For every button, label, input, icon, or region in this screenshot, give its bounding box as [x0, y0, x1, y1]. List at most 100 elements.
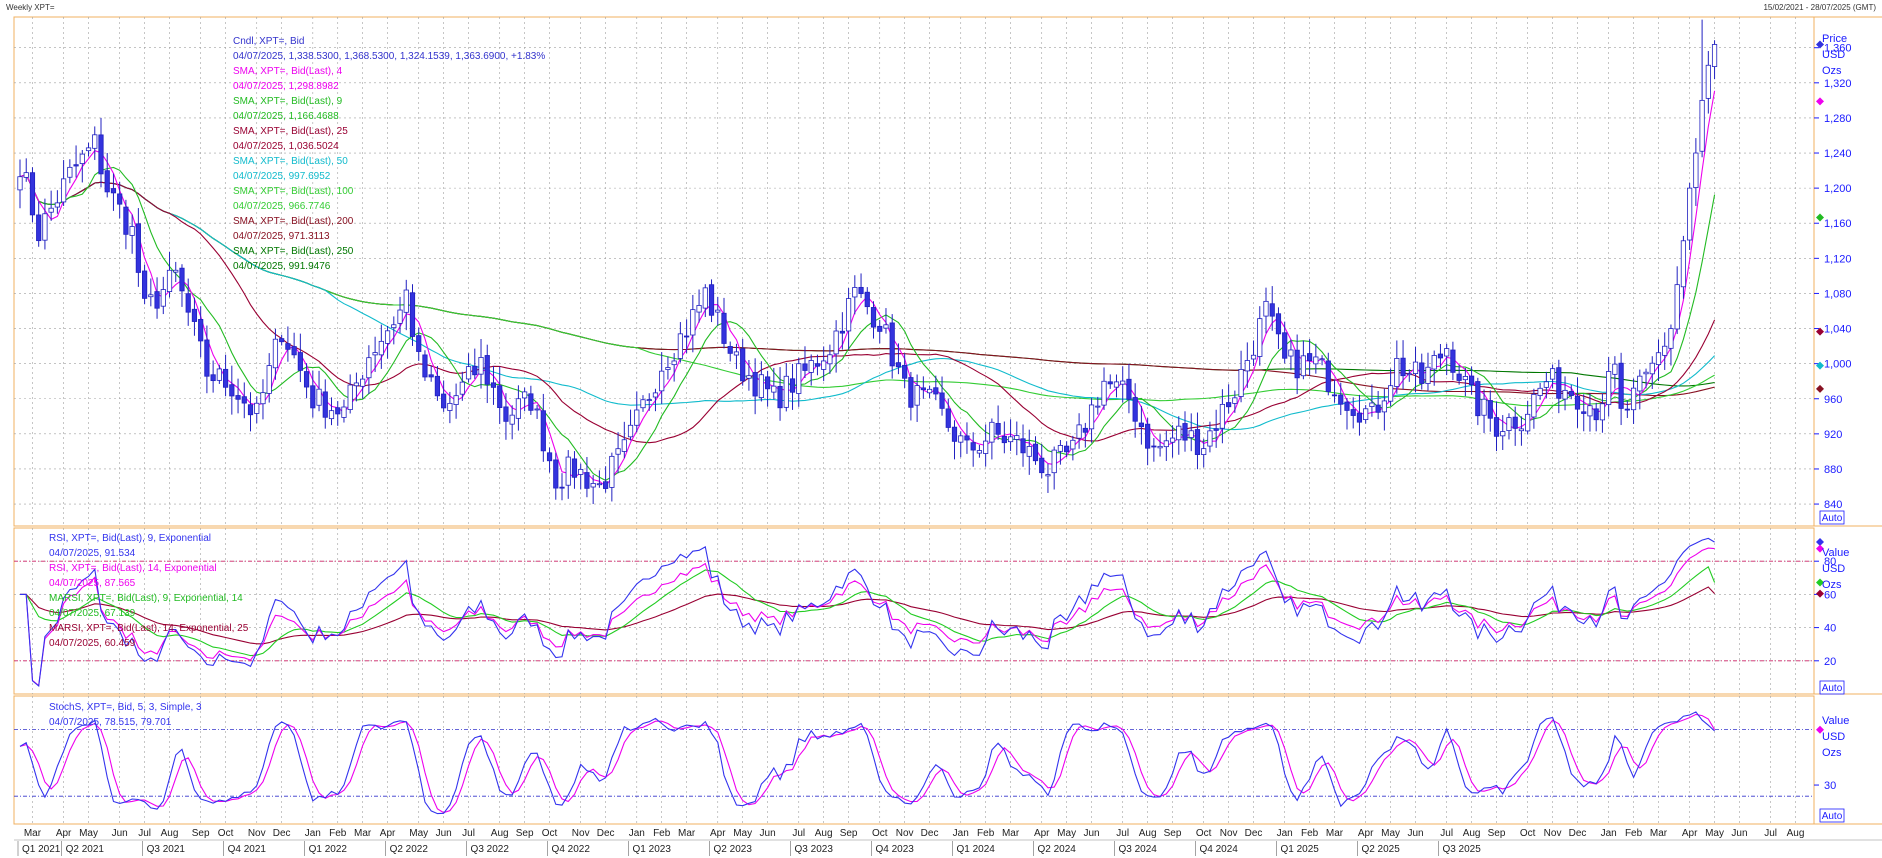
candle-up	[821, 360, 827, 370]
month-label: Nov	[572, 828, 590, 839]
candle-up	[1431, 355, 1437, 370]
candle-down	[179, 267, 185, 292]
legend-entry: SMA, XPT=, Bid(Last), 250	[233, 246, 354, 257]
candle-up	[1319, 358, 1325, 361]
candle-down	[1151, 445, 1157, 448]
candle-down	[285, 343, 291, 350]
month-label: Jul	[792, 828, 805, 839]
auto-button-label: Auto	[1822, 683, 1843, 694]
month-label: May	[79, 828, 98, 839]
price-tick-label: 1,160	[1824, 218, 1852, 230]
candle-up	[341, 406, 347, 418]
month-label: Feb	[1625, 828, 1643, 839]
candle-up	[671, 360, 677, 366]
quarter-label: Q4 2021	[228, 844, 267, 855]
month-label: Dec	[273, 828, 291, 839]
candle-down	[1282, 332, 1288, 359]
legend-entry: RSI, XPT=, Bid(Last), 14, Exponential	[49, 563, 217, 574]
rsi-panel[interactable]: 20406080	[13, 527, 1836, 695]
candle-up	[1699, 99, 1705, 152]
month-label: May	[409, 828, 428, 839]
candle-up	[465, 366, 472, 380]
price-tick-label: 880	[1824, 464, 1842, 476]
candle-down	[765, 376, 771, 390]
quarter-label: Q4 2023	[876, 844, 915, 855]
candle-up	[1169, 437, 1176, 443]
month-label: Apr	[1034, 828, 1050, 839]
candle-down	[490, 382, 497, 388]
price-last-marker	[1816, 384, 1824, 393]
price-tick-label: 840	[1824, 499, 1842, 511]
legend-entry: 04/07/2025, 91.534	[49, 548, 136, 559]
candle-up	[384, 330, 391, 344]
candle-up	[1120, 380, 1126, 385]
candle-up	[733, 351, 740, 356]
candle-up	[23, 172, 29, 178]
candle-up	[534, 408, 540, 411]
candle-down	[945, 408, 951, 428]
month-label: Oct	[542, 828, 558, 839]
candle-down	[29, 172, 36, 216]
candle-up	[771, 385, 777, 393]
price-right-markers	[1816, 40, 1824, 393]
candle-down	[1307, 353, 1313, 362]
candle-up	[347, 384, 353, 410]
candle-up	[378, 340, 384, 356]
price-last-marker	[1816, 361, 1824, 370]
candle-up	[397, 309, 403, 324]
candle-down	[1568, 391, 1574, 396]
auto-scale-button[interactable]: Auto	[1819, 510, 1845, 525]
legend-entry: 04/07/2025, 67.139	[49, 608, 136, 619]
candle-down	[1593, 408, 1599, 421]
candle-up	[659, 370, 665, 392]
chart-canvas[interactable]: 840 880 920 960 1,000 1,040 1,080 1,120 1,160 1,2…	[0, 0, 1882, 858]
candle-down	[416, 335, 422, 352]
candle-down	[110, 188, 117, 194]
candle-down	[1182, 423, 1188, 441]
candle-up	[1562, 389, 1568, 400]
candle-up	[1157, 445, 1163, 449]
candle-down	[198, 319, 204, 342]
rsi-tick-label: 60	[1824, 589, 1836, 601]
candle-down	[1275, 313, 1282, 335]
candle-down	[546, 452, 553, 462]
candle-down	[951, 426, 958, 442]
candle-up	[1711, 44, 1718, 67]
candle-down	[1400, 357, 1406, 377]
candle-down	[1132, 397, 1138, 422]
candle-up	[160, 289, 166, 307]
candle-up	[1506, 417, 1512, 431]
candle-down	[279, 338, 285, 343]
time-axis[interactable]: Mar Apr May Jun Jul Aug Sep Oct Nov Dec Jan Feb Mar A…	[14, 828, 1882, 856]
candle-up	[690, 309, 696, 336]
auto-scale-button[interactable]: Auto	[1819, 680, 1845, 695]
candle-down	[1294, 349, 1300, 379]
candle-up	[1244, 360, 1250, 372]
legend-entry: 04/07/2025, 966.7746	[233, 201, 331, 212]
candle-up	[652, 392, 659, 398]
price-last-marker	[1816, 97, 1824, 106]
candle-down	[1082, 427, 1088, 433]
stoch-panel[interactable]: 30	[13, 695, 1836, 825]
candle-up	[1026, 446, 1032, 457]
candle-down	[1475, 381, 1481, 417]
candle-down	[864, 291, 870, 308]
legend-entry: 04/07/2025, 1,166.4688	[233, 111, 339, 122]
candle-up	[1500, 431, 1506, 437]
month-label: Apr	[1682, 828, 1698, 839]
candle-up	[1425, 366, 1431, 384]
candle-up	[1412, 361, 1419, 375]
axis-title-text: Ozs	[1822, 579, 1842, 591]
candle-down	[1226, 402, 1232, 408]
candle-up	[1313, 356, 1319, 365]
candle-up	[1537, 387, 1543, 396]
quarter-label: Q3 2021	[147, 844, 186, 855]
candle-up	[590, 483, 596, 488]
candle-up	[827, 354, 833, 365]
legend-entry: 04/07/2025, 1,036.5024	[233, 141, 339, 152]
auto-scale-button[interactable]: Auto	[1819, 808, 1845, 823]
candle-down	[1138, 422, 1144, 428]
candle-down	[235, 395, 241, 400]
price-tick-label: 1,240	[1824, 148, 1852, 160]
axis-title-text: USD	[1822, 49, 1845, 61]
